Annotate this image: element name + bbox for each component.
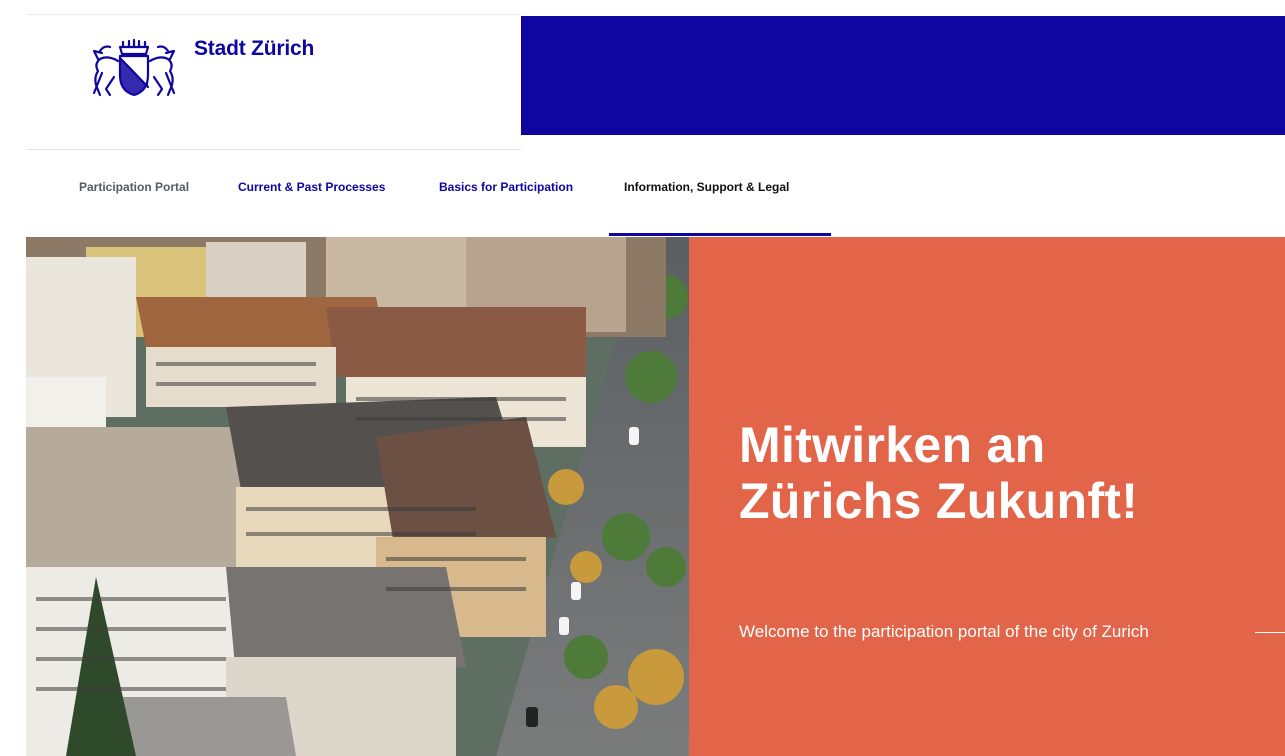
hero-title-line-1: Mitwirken an [739, 417, 1046, 473]
hero-dash-decoration [1255, 632, 1285, 633]
site-brand[interactable]: Stadt Zürich [194, 37, 314, 61]
nav-active-indicator [609, 233, 831, 236]
hero-title-line-2: Zürichs Zukunft! [739, 473, 1139, 529]
header-divider [26, 149, 521, 150]
header-blue-band [521, 16, 1285, 135]
top-margin [0, 0, 1285, 14]
hero-subtitle: Welcome to the participation portal of t… [739, 622, 1149, 641]
hero-image [26, 237, 689, 756]
city-aerial-photo [26, 237, 689, 756]
nav-item-information-support-legal[interactable]: Information, Support & Legal [624, 180, 789, 194]
hero-panel: Mitwirken an Zürichs Zukunft! Welcome to… [689, 237, 1285, 756]
site-header: Stadt Zürich [0, 14, 1285, 150]
main-navigation: Participation Portal Current & Past Proc… [0, 160, 1285, 236]
nav-item-participation-portal[interactable]: Participation Portal [79, 180, 189, 194]
hero-title: Mitwirken an Zürichs Zukunft! [739, 417, 1138, 529]
zurich-coat-of-arms-icon [92, 38, 176, 97]
nav-item-current-past-processes[interactable]: Current & Past Processes [238, 180, 385, 194]
nav-item-basics-for-participation[interactable]: Basics for Participation [439, 180, 573, 194]
hero-section: Mitwirken an Zürichs Zukunft! Welcome to… [26, 237, 1285, 756]
logo-area[interactable]: Stadt Zürich [26, 14, 521, 136]
